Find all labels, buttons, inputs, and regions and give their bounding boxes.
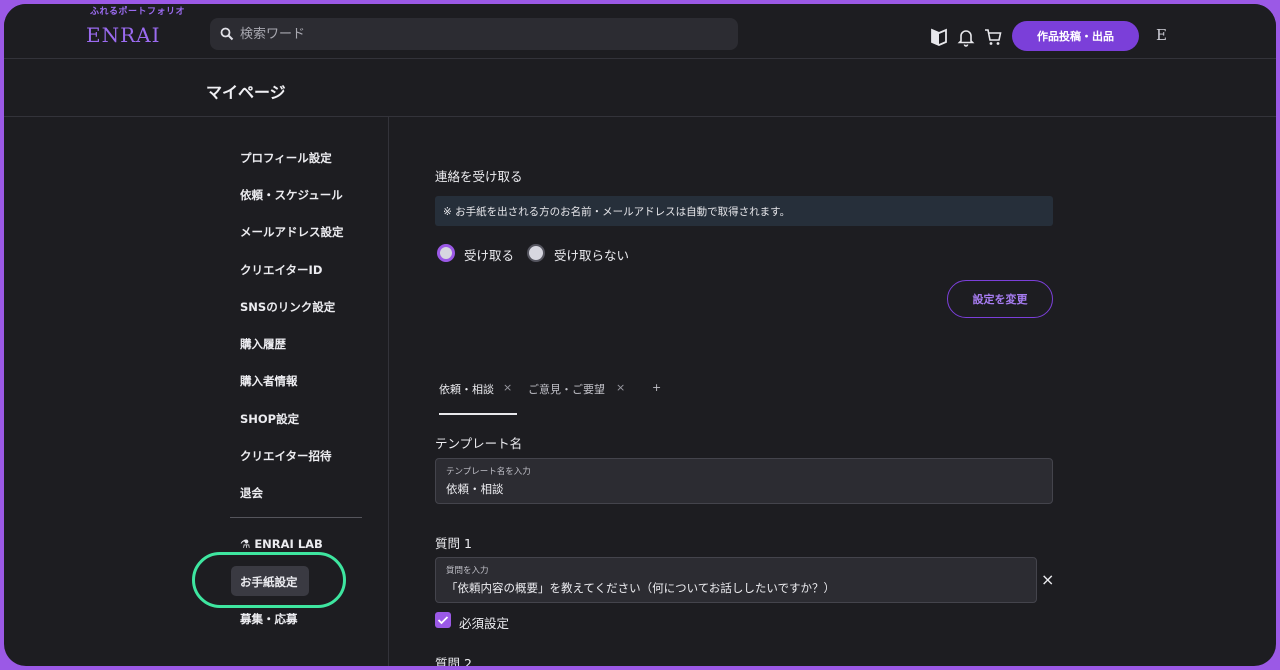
search-input[interactable]	[238, 25, 722, 43]
template-name-field[interactable]: テンプレート名を入力 依頼・相談	[435, 458, 1053, 504]
check-icon	[437, 616, 449, 625]
radio-not-receive[interactable]	[527, 244, 545, 262]
sidebar-item-creator-id[interactable]: クリエイターID	[240, 262, 322, 278]
template-heading: テンプレート名	[435, 436, 523, 451]
contact-heading: 連絡を受け取る	[435, 169, 523, 184]
question1-remove-icon[interactable]: ×	[1041, 570, 1054, 589]
radio-not-receive-label[interactable]: 受け取らない	[554, 245, 629, 264]
sidebar-item-email[interactable]: メールアドレス設定	[240, 224, 344, 240]
radio-receive-label[interactable]: 受け取る	[464, 245, 514, 264]
add-tab-icon[interactable]: +	[652, 381, 661, 394]
main-content: 連絡を受け取る ※ お手紙を出される方のお名前・メールアドレスは自動で取得されま…	[389, 117, 1276, 666]
sidebar-item-sns-links[interactable]: SNSのリンク設定	[240, 299, 335, 315]
tab-active-indicator	[439, 413, 517, 415]
cart-icon[interactable]	[983, 27, 1003, 47]
required-label: 必須設定	[459, 616, 510, 631]
user-menu[interactable]: E	[1156, 26, 1167, 44]
sidebar-divider	[230, 517, 362, 518]
sidebar-item-shop[interactable]: SHOP設定	[240, 411, 299, 427]
question1-heading: 質問 1	[435, 536, 472, 551]
question2-heading: 質問 2	[435, 656, 472, 666]
change-settings-button[interactable]: 設定を変更	[947, 280, 1053, 318]
sidebar-item-enrai-lab[interactable]: ⚗ ENRAI LAB	[240, 537, 323, 551]
required-checkbox[interactable]	[435, 612, 451, 628]
sidebar-item-withdraw[interactable]: 退会	[240, 485, 263, 501]
tab-request[interactable]: 依頼・相談	[439, 381, 494, 397]
sidebar-item-purchase-history[interactable]: 購入履歴	[240, 336, 286, 352]
highlight-ring	[192, 552, 346, 608]
question1-value[interactable]: 「依頼内容の概要」を教えてください（何についてお話ししたいですか？）	[446, 580, 835, 596]
top-header: ふれるポートフォリオ ENRAI 作品投稿・出品 E	[4, 4, 1276, 59]
logo-tagline: ふれるポートフォリオ	[90, 7, 186, 17]
page-title-bar: マイページ	[4, 59, 1276, 117]
sidebar-item-buyer-info[interactable]: 購入者情報	[240, 373, 298, 389]
question1-placeholder: 質問を入力	[446, 566, 489, 576]
contact-notice: ※ お手紙を出される方のお名前・メールアドレスは自動で取得されます。	[435, 196, 1053, 226]
sidebar-item-request-schedule[interactable]: 依頼・スケジュール	[240, 187, 343, 203]
sidebar-item-profile[interactable]: プロフィール設定	[240, 150, 332, 166]
template-name-value[interactable]: 依頼・相談	[446, 481, 504, 497]
question1-field[interactable]: 質問を入力 「依頼内容の概要」を教えてください（何についてお話ししたいですか？）	[435, 557, 1037, 603]
bell-icon[interactable]	[956, 27, 976, 47]
sidebar: プロフィール設定 依頼・スケジュール メールアドレス設定 クリエイターID SN…	[4, 117, 389, 666]
search-icon	[220, 27, 234, 41]
post-work-button[interactable]: 作品投稿・出品	[1012, 21, 1139, 51]
radio-receive[interactable]	[437, 244, 455, 262]
sidebar-item-creator-invite[interactable]: クリエイター招待	[240, 448, 332, 464]
tab-feedback-close-icon[interactable]: ×	[616, 381, 625, 394]
tab-request-close-icon[interactable]: ×	[503, 381, 512, 394]
book-icon[interactable]	[929, 27, 949, 47]
page-title: マイページ	[206, 83, 286, 102]
search-bar[interactable]	[210, 18, 738, 50]
sidebar-item-recruit[interactable]: 募集・応募	[240, 611, 298, 627]
logo[interactable]: ENRAI	[86, 23, 161, 47]
tab-feedback[interactable]: ご意見・ご要望	[528, 381, 605, 397]
template-name-placeholder: テンプレート名を入力	[446, 467, 531, 477]
app-window: ふれるポートフォリオ ENRAI 作品投稿・出品 E マイページ	[4, 4, 1276, 666]
